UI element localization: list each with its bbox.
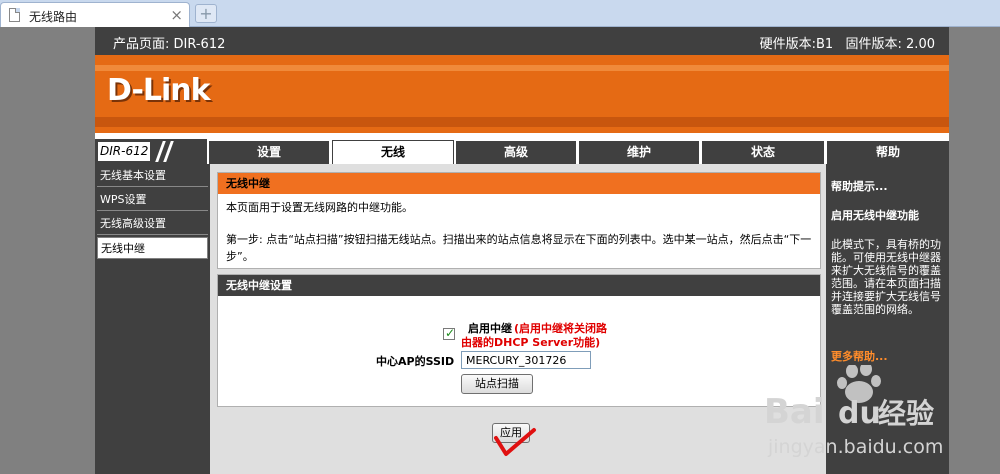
slash-decoration: [163, 141, 174, 162]
ssid-label: 中心AP的SSID: [376, 355, 455, 368]
intro-step-line2: 步”。: [226, 250, 254, 263]
main-nav: DIR-612 设置 无线 高级 维护 状态 帮助: [95, 139, 949, 164]
dlink-logo: D-Link: [107, 73, 211, 108]
help-line: 覆盖范围的网络。: [831, 303, 919, 316]
new-tab-button[interactable]: +: [195, 4, 217, 23]
product-page-label: 产品页面: DIR-612: [113, 37, 226, 52]
model-box: DIR-612: [95, 139, 207, 164]
help-line: 能。可使用无线中继器: [831, 251, 941, 264]
help-line: 范围。请在本页面扫描: [831, 277, 941, 290]
close-icon[interactable]: ×: [170, 6, 183, 24]
tab-wireless[interactable]: 无线: [332, 140, 454, 164]
watermark-brand-cn: 经验: [878, 397, 934, 430]
sidebar-item-wireless-basic[interactable]: 无线基本设置: [97, 165, 208, 187]
enable-repeater-checkbox[interactable]: [443, 326, 455, 340]
tab-setup[interactable]: 设置: [209, 141, 329, 164]
intro-panel: 无线中继 本页面用于设置无线网路的中继功能。 第一步: 点击“站点扫描”按钮扫描…: [217, 172, 821, 269]
help-tips-title: 帮助提示...: [831, 180, 888, 193]
intro-panel-title: 无线中继: [218, 173, 820, 194]
ssid-input[interactable]: [461, 351, 591, 369]
more-help-link[interactable]: 更多帮助...: [831, 350, 946, 363]
browser-tab-strip: 无线路由 × +: [0, 0, 1000, 27]
page-margin-left: [0, 27, 95, 474]
help-section-title: 启用无线中继功能: [831, 209, 919, 222]
sidebar: 无线基本设置 WPS设置 无线高级设置 无线中继: [95, 164, 210, 474]
baidu-watermark: Bai du 经验 jingyan.baidu.com: [764, 365, 943, 458]
page-icon: [9, 8, 20, 22]
banner-stripe: [95, 65, 949, 71]
brand-banner: D-Link: [95, 55, 949, 135]
watermark-url: jingyan.baidu.com: [767, 436, 943, 458]
watermark-brand-left: Bai: [764, 392, 825, 432]
browser-tab-title: 无线路由: [29, 10, 78, 24]
settings-panel-title: 无线中继设置: [218, 275, 820, 296]
page-margin-right: [949, 27, 1000, 474]
sidebar-item-wps[interactable]: WPS设置: [97, 189, 208, 211]
tab-advanced[interactable]: 高级: [456, 141, 576, 164]
help-line: 来扩大无线信号的覆盖: [831, 264, 941, 277]
tab-help[interactable]: 帮助: [827, 141, 949, 164]
help-line: 此模式下，具有桥的功: [831, 238, 941, 251]
banner-stripe: [95, 117, 949, 127]
tab-status[interactable]: 状态: [702, 141, 824, 164]
banner-divider: [95, 133, 949, 137]
tab-maintenance[interactable]: 维护: [579, 141, 699, 164]
product-info-bar: 产品页面: DIR-612 硬件版本:B1 固件版本: 2.00: [95, 27, 949, 55]
enable-repeater-warning: 由器的DHCP Server功能): [461, 336, 601, 349]
site-scan-button[interactable]: 站点扫描: [461, 374, 533, 394]
version-info: 硬件版本:B1 固件版本: 2.00: [759, 37, 935, 52]
intro-description: 本页面用于设置无线网路的中继功能。: [226, 201, 413, 214]
repeater-settings-panel: 无线中继设置 启用中继 (启用中继将关闭路 由器的DHCP Server功能) …: [217, 274, 821, 407]
intro-step-line1: 第一步: 点击“站点扫描”按钮扫描无线站点。扫描出来的站点信息将显示在下面的列表…: [226, 233, 812, 246]
sidebar-item-wireless-advanced[interactable]: 无线高级设置: [97, 213, 208, 235]
browser-tab[interactable]: 无线路由 ×: [0, 2, 190, 27]
help-line: 并连接要扩大无线信号: [831, 290, 941, 303]
sidebar-item-wireless-repeater[interactable]: 无线中继: [97, 237, 208, 259]
model-label: DIR-612: [98, 142, 150, 161]
watermark-brand-right: du: [838, 396, 881, 431]
red-checkmark-annotation: [494, 428, 536, 456]
